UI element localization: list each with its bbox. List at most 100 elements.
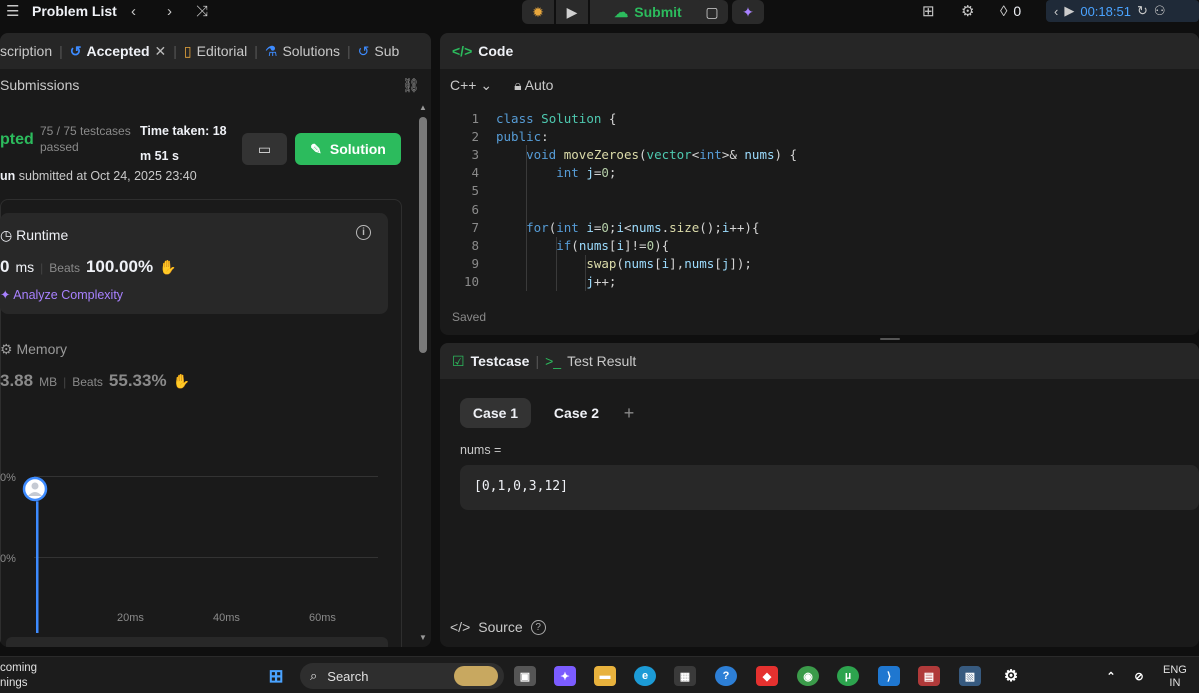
history-icon: ↺ — [69, 42, 82, 59]
next-problem-icon[interactable]: › — [167, 0, 172, 22]
resize-handle[interactable] — [880, 338, 900, 340]
line-number: 2 — [471, 128, 479, 144]
chrome-icon[interactable]: ◉ — [797, 666, 819, 686]
network-off-icon[interactable]: ⊘ — [1128, 666, 1150, 686]
editorial-button[interactable]: ▭ — [242, 133, 287, 165]
top-bar: ☰ Problem List ‹ › ⤨ ✹ ▶ ☁ Submit ▢ ✦ ⊞ … — [0, 0, 1199, 30]
input-variable-label: nums = — [460, 443, 502, 457]
chart-bar-highlighted[interactable] — [36, 501, 39, 633]
submit-label: Submit — [634, 4, 682, 20]
settings-icon[interactable]: ⚙ — [1000, 666, 1022, 686]
tab-accepted[interactable]: ↺ Accepted ✕ — [63, 43, 174, 60]
submission-panel: scription | ↺ Accepted ✕ | ▯ Editorial |… — [0, 33, 431, 647]
scrollbar[interactable] — [417, 105, 427, 645]
chevron-left-icon[interactable]: ‹ — [1054, 4, 1058, 19]
debug-icon[interactable]: ✹ — [522, 0, 554, 24]
dashboard-icon[interactable]: ▧ — [959, 666, 981, 686]
time-taken-line2: m 51 s — [140, 149, 179, 163]
shuffle-icon[interactable]: ⤨ — [196, 0, 208, 22]
memory-title[interactable]: ⚙ Memory — [0, 341, 67, 358]
runtime-value: 0 ms | Beats 100.00% ✋ — [0, 257, 177, 277]
input-variable-value[interactable]: [0,1,0,3,12] — [460, 465, 1199, 510]
case-1-tab[interactable]: Case 1 — [460, 398, 531, 428]
clap-icon: ✋ — [159, 259, 177, 275]
language-indicator[interactable]: ENG IN — [1163, 664, 1187, 690]
submit-button[interactable]: ☁ Submit — [590, 0, 706, 24]
solution-button[interactable]: ✎ Solution — [295, 133, 401, 165]
copilot-icon[interactable]: ✦ — [554, 666, 576, 686]
play-icon[interactable]: ▶ — [1064, 3, 1074, 19]
book-icon: ▯ — [183, 42, 192, 59]
code-line: 10 j++; — [440, 273, 1199, 291]
tab-solutions[interactable]: ⚗ Solutions — [258, 43, 347, 60]
memory-value: 3.88 MB | Beats 55.33% ✋ — [0, 371, 190, 391]
runtime-number: 0 — [0, 257, 10, 276]
add-user-icon[interactable]: ⚇ — [1154, 3, 1166, 19]
utorrent-icon[interactable]: µ — [837, 666, 859, 686]
code-line: 5 — [440, 182, 1199, 200]
x-tick-label: 40ms — [213, 612, 240, 624]
scroll-down-icon[interactable]: ▼ — [419, 633, 427, 642]
runtime-beats-label: Beats — [49, 261, 80, 275]
auto-mode[interactable]: 🔒︎ Auto — [514, 77, 553, 94]
code-editor[interactable]: 1 class Solution { 2 public: 3 void moveZe… — [440, 109, 1199, 291]
code-line: 1 class Solution { — [440, 109, 1199, 127]
info-icon[interactable]: i — [356, 225, 371, 240]
problem-list-link[interactable]: Problem List — [32, 0, 117, 22]
tab-test-result[interactable]: Test Result — [567, 353, 636, 369]
weather-widget[interactable]: coming nings — [0, 661, 37, 691]
help-icon[interactable]: ? — [530, 619, 546, 635]
gear-icon[interactable]: ⚙ — [961, 0, 974, 22]
tab-submissions[interactable]: ↺ Sub — [351, 43, 407, 60]
line-number: 10 — [463, 274, 479, 290]
submitted-user[interactable]: un — [0, 169, 15, 183]
reset-icon[interactable]: ↻ — [1137, 3, 1148, 19]
runtime-card[interactable]: ◷ Runtime i 0 ms | Beats 100.00% ✋ ✦ Ana… — [0, 213, 388, 314]
file-explorer-icon[interactable]: ▬ — [594, 666, 616, 686]
store-icon[interactable]: ▦ — [674, 666, 696, 686]
note-icon[interactable]: ▢ — [696, 0, 728, 24]
anydesk-icon[interactable]: ◆ — [756, 666, 778, 686]
timer[interactable]: ‹ ▶ 00:18:51 ↻ ⚇ — [1046, 0, 1199, 22]
tab-description[interactable]: scription — [0, 43, 59, 59]
add-case-button[interactable]: + — [618, 398, 640, 428]
analyze-complexity-link[interactable]: ✦ Analyze Complexity — [0, 287, 123, 302]
edit-icon: ✎ — [310, 140, 322, 157]
editor-toolbar: C++ ⌄ 🔒︎ Auto — [450, 77, 553, 94]
edge-icon[interactable]: e — [634, 666, 656, 686]
line-number: 7 — [471, 219, 479, 235]
checkbox-icon: ☑ — [452, 352, 465, 369]
chevron-up-icon[interactable]: ⌃ — [1100, 666, 1122, 686]
memory-unit: MB — [39, 375, 58, 389]
weather-line2: nings — [0, 677, 28, 689]
scrollbar-thumb[interactable] — [419, 117, 427, 353]
close-tab-icon[interactable]: ✕ — [155, 43, 167, 60]
tab-editorial[interactable]: ▯ Editorial — [177, 43, 254, 60]
windows-start-icon[interactable]: ⊞ — [265, 666, 287, 686]
app-icon[interactable]: ▤ — [918, 666, 940, 686]
previous-problem-icon[interactable]: ‹ — [131, 0, 136, 22]
sparkle-icon[interactable]: ✦ — [732, 0, 764, 24]
language-select[interactable]: C++ ⌄ — [450, 77, 492, 94]
help-app-icon[interactable]: ? — [715, 666, 737, 686]
tab-testcase[interactable]: Testcase — [471, 353, 530, 369]
testcase-count: 75 / 75 testcases passed — [40, 123, 131, 155]
vscode-icon[interactable]: ⟩ — [878, 666, 900, 686]
task-view-icon[interactable]: ▣ — [514, 666, 536, 686]
search-icon: ⌕ — [310, 668, 318, 683]
runtime-title: ◷ Runtime — [0, 227, 68, 244]
testcase-count-line1: 75 / 75 testcases — [40, 124, 131, 138]
link-icon[interactable]: ⛓ — [402, 77, 420, 94]
source-link[interactable]: </> Source ? — [450, 619, 546, 635]
menu-icon[interactable]: ☰ — [6, 0, 19, 22]
runtime-title-label: Runtime — [16, 227, 69, 243]
streak-counter[interactable]: ◊ 0 — [1000, 0, 1021, 22]
submissions-back-link[interactable]: Submissions — [0, 77, 79, 93]
taskbar-search[interactable]: ⌕ Search — [300, 663, 504, 689]
layout-icon[interactable]: ⊞ — [922, 0, 935, 22]
run-button[interactable]: ▶ — [556, 0, 588, 24]
code-line: 9 swap(nums[i],nums[j]); — [440, 255, 1199, 273]
case-2-tab[interactable]: Case 2 — [543, 398, 610, 428]
history-icon: ↺ — [357, 42, 370, 59]
open-book-icon: ▭ — [257, 140, 272, 157]
